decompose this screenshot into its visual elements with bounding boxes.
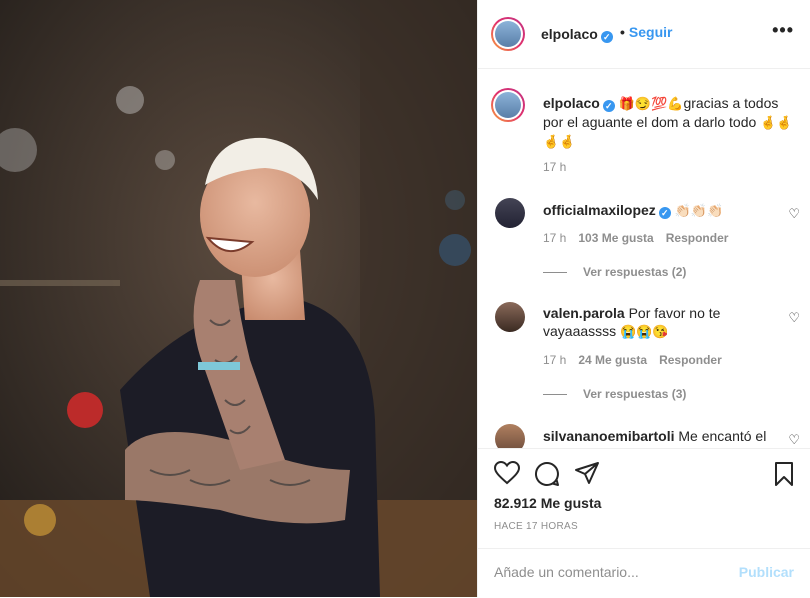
replies-line (543, 272, 567, 274)
author-avatar[interactable] (491, 17, 525, 51)
comment-username[interactable]: silvananoemibartoli (543, 428, 674, 444)
follow-button[interactable]: • Seguir (620, 24, 672, 40)
separator-dot: • (620, 24, 625, 40)
comment-item: officialmaxilopez ✓ 👏🏻👏🏻👏🏻 (543, 201, 773, 220)
author-username[interactable]: elpolaco ✓ (541, 26, 613, 43)
caption: elpolaco ✓ 🎁😏💯💪gracias a todos por el agu… (543, 94, 801, 151)
like-comment-heart-icon[interactable]: ♡ (788, 310, 800, 326)
save-bookmark-icon[interactable] (774, 461, 794, 487)
verified-icon: ✓ (600, 31, 613, 43)
reply-button[interactable]: Responder (659, 353, 722, 367)
comment-input[interactable]: Añade un comentario... (494, 564, 639, 580)
comment-avatar[interactable] (495, 302, 525, 332)
publish-button[interactable]: Publicar (739, 564, 794, 580)
comments-list[interactable]: elpolaco ✓ 🎁😏💯💪gracias a todos por el agu… (478, 70, 810, 448)
comment-likes[interactable]: 103 Me gusta (578, 231, 653, 245)
instagram-post-modal: elpolaco ✓ • Seguir ••• elpolaco ✓ 🎁😏💯💪grac… (0, 0, 810, 597)
photo-image (0, 0, 477, 597)
post-side-panel: elpolaco ✓ • Seguir ••• elpolaco ✓ 🎁😏💯💪grac… (477, 0, 810, 597)
caption-username[interactable]: elpolaco (543, 95, 600, 111)
comment-likes[interactable]: 24 Me gusta (578, 353, 647, 367)
post-actions: 82.912 Me gusta HACE 17 HORAS (478, 448, 810, 549)
caption-author-avatar[interactable] (491, 88, 525, 122)
comment-meta: 17 h 24 Me gusta Responder (543, 353, 722, 367)
comment-emojis: 👏🏻👏🏻👏🏻 (674, 203, 724, 218)
comment-item: silvananoemibartoli Me encantó el (543, 427, 783, 445)
comment-avatar[interactable] (495, 424, 525, 448)
like-heart-icon[interactable] (494, 461, 520, 485)
reply-button[interactable]: Responder (666, 231, 729, 245)
comment-time[interactable]: 17 h (543, 231, 566, 245)
verified-icon: ✓ (658, 207, 671, 219)
verified-icon: ✓ (602, 100, 615, 112)
comment-item: valen.parola Por favor no te vayaaassss … (543, 304, 773, 341)
comment-username[interactable]: officialmaxilopez (543, 202, 656, 218)
post-photo[interactable] (0, 0, 477, 597)
view-replies-button[interactable]: Ver respuestas (3) (543, 387, 686, 401)
comment-meta: 17 h 103 Me gusta Responder (543, 231, 728, 245)
add-comment-bar: Añade un comentario... Publicar (478, 548, 810, 598)
post-time-ago[interactable]: HACE 17 HORAS (494, 521, 578, 532)
post-header: elpolaco ✓ • Seguir ••• (478, 0, 810, 69)
like-comment-heart-icon[interactable]: ♡ (788, 432, 800, 448)
caption-emojis: 🎁😏💯💪 (618, 96, 684, 111)
more-options-icon[interactable]: ••• (772, 20, 794, 41)
likes-count[interactable]: 82.912 Me gusta (494, 495, 601, 511)
comment-avatar[interactable] (495, 198, 525, 228)
comment-emojis: 😭😭😘 (620, 324, 669, 339)
like-comment-heart-icon[interactable]: ♡ (788, 206, 800, 222)
comment-text: Me encantó el (678, 428, 767, 444)
replies-line (543, 394, 567, 396)
caption-time[interactable]: 17 h (543, 160, 566, 174)
comment-icon[interactable] (534, 461, 560, 487)
share-icon[interactable] (574, 461, 600, 485)
view-replies-button[interactable]: Ver respuestas (2) (543, 265, 686, 279)
comment-time[interactable]: 17 h (543, 353, 566, 367)
comment-username[interactable]: valen.parola (543, 305, 625, 321)
